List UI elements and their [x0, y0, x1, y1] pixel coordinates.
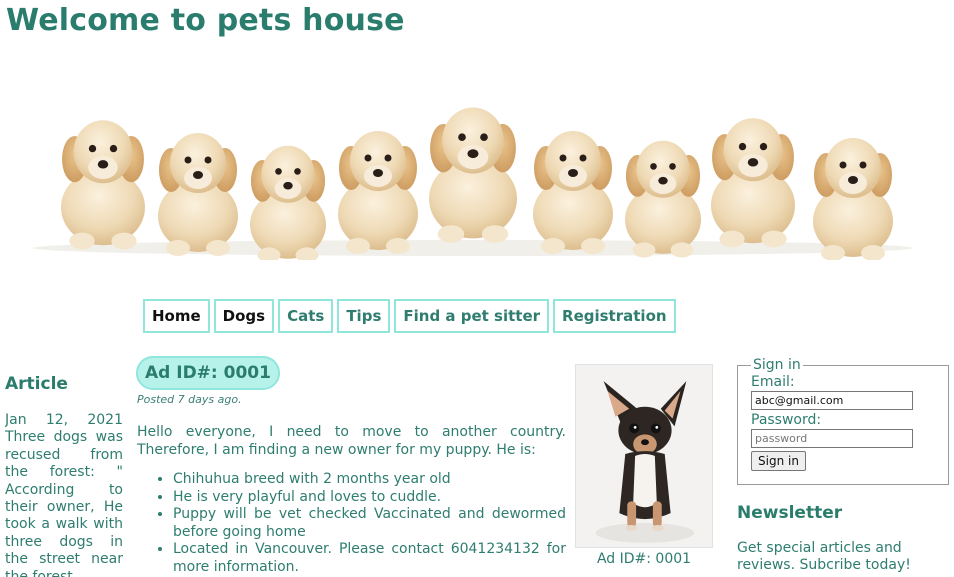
newsletter-heading: Newsletter — [737, 503, 843, 523]
article-heading: Article — [5, 374, 68, 394]
article-body: Jan 12, 2021 Three dogs was recused from… — [5, 412, 123, 577]
puppy-figure — [61, 120, 145, 250]
puppy-figure — [250, 145, 326, 260]
puppy-figure — [338, 131, 418, 254]
page-title: Welcome to pets house — [6, 3, 405, 38]
signin-form: Sign in Email: Password: Sign in — [737, 357, 949, 485]
chihuahua-photo — [575, 364, 713, 548]
ad-detail-item: He is very playful and loves to cuddle. — [173, 489, 566, 507]
posted-time: Posted 7 days ago. — [137, 393, 242, 406]
nav-dogs[interactable]: Dogs — [213, 299, 275, 333]
nav-cats[interactable]: Cats — [278, 299, 334, 333]
puppy-figure — [711, 118, 795, 248]
nav-find-pet-sitter[interactable]: Find a pet sitter — [394, 299, 550, 333]
puppy-figure — [625, 140, 701, 258]
ad-id-badge: Ad ID#: 0001 — [136, 356, 280, 390]
puppy-figure — [533, 131, 613, 254]
ad-intro: Hello everyone, I need to move to anothe… — [137, 424, 566, 458]
article-date: Jan 12, 2021 — [5, 412, 123, 428]
puppy-figure — [158, 133, 238, 256]
puppy-figure — [429, 107, 517, 243]
ad-detail-item: Chihuhua breed with 2 months year old — [173, 471, 566, 489]
ad-details-list: Chihuhua breed with 2 months year old He… — [137, 471, 566, 576]
ad-detail-item: Located in Vancouver. Please contact 604… — [173, 541, 566, 576]
email-label: Email: — [751, 374, 795, 390]
nav-home[interactable]: Home — [143, 299, 210, 333]
signin-button[interactable]: Sign in — [751, 451, 806, 471]
puppy-figure — [813, 138, 893, 260]
signin-legend: Sign in — [753, 357, 801, 373]
newsletter-text: Get special articles and reviews. Subcri… — [737, 540, 911, 573]
article-text: Three dogs was recused from the forest: … — [5, 429, 123, 577]
nav-tips[interactable]: Tips — [337, 299, 391, 333]
password-label: Password: — [751, 412, 822, 428]
email-field[interactable] — [751, 391, 913, 410]
ad-description: Hello everyone, I need to move to anothe… — [137, 424, 566, 576]
photo-caption: Ad ID#: 0001 — [596, 551, 692, 567]
main-nav: Home Dogs Cats Tips Find a pet sitter Re… — [143, 299, 676, 333]
password-field[interactable] — [751, 429, 913, 448]
nav-registration[interactable]: Registration — [553, 299, 676, 333]
puppies-banner-image — [33, 107, 913, 260]
ad-detail-item: Puppy will be vet checked Vaccinated and… — [173, 506, 566, 541]
